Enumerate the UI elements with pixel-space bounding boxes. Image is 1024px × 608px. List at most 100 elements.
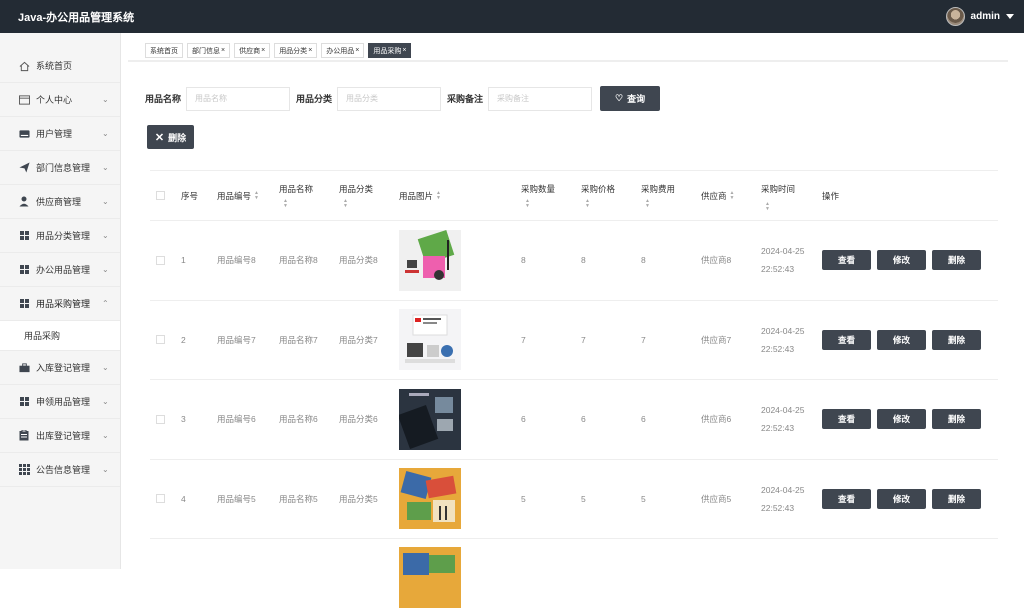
sidebar: 系统首页 个人中心 ⌄ 用户管理 ⌄ 部门信息管理 ⌄ 供应商管理 ⌄ 用品分类… [0, 33, 121, 569]
table-row: 3 用品编号6 用品名称6 用品分类6 6 6 6 供应商6 2024-04-2… [150, 380, 998, 460]
sidebar-item-requisition[interactable]: 申领用品管理 ⌄ [0, 385, 120, 419]
close-icon[interactable]: × [308, 47, 312, 54]
username[interactable]: admin [971, 11, 1000, 22]
edit-button[interactable]: 修改 [877, 409, 926, 430]
tab-office-supplies[interactable]: 办公用品 × [321, 43, 365, 58]
select-all-checkbox[interactable] [156, 191, 165, 200]
sidebar-item-home[interactable]: 系统首页 [0, 33, 120, 83]
header-code[interactable]: 用品编号 ▲ ▼ [217, 190, 279, 202]
sidebar-item-label: 用户管理 [36, 129, 73, 139]
apps-icon [18, 464, 30, 476]
sort-icon[interactable]: ▲ ▼ [585, 198, 641, 209]
sidebar-item-label: 个人中心 [36, 95, 73, 105]
tab-departments[interactable]: 部门信息 × [187, 43, 231, 58]
user-menu[interactable]: admin [945, 7, 1014, 26]
avatar[interactable] [945, 7, 965, 26]
row-checkbox[interactable] [156, 335, 165, 345]
tab-categories[interactable]: 用品分类 × [274, 43, 318, 58]
sort-icon[interactable]: ▲ ▼ [645, 198, 701, 209]
product-thumbnail[interactable] [399, 468, 461, 530]
sidebar-item-stock-in[interactable]: 入库登记管理 ⌄ [0, 351, 120, 385]
sidebar-item-label: 部门信息管理 [36, 163, 91, 173]
close-icon[interactable]: × [402, 47, 406, 54]
row-checkbox[interactable] [156, 255, 165, 265]
view-button[interactable]: 查看 [822, 329, 871, 350]
tab-purchase[interactable]: 用品采购 × [368, 43, 412, 58]
view-button[interactable]: 查看 [822, 488, 871, 509]
product-thumbnail[interactable] [399, 547, 461, 608]
sidebar-item-notices[interactable]: 公告信息管理 ⌄ [0, 453, 120, 487]
sidebar-item-stock-out[interactable]: 出库登记管理 ⌄ [0, 419, 120, 453]
header-supplier[interactable]: 供应商 ▲ ▼ [701, 190, 761, 202]
sidebar-item-label: 用品分类管理 [36, 231, 91, 241]
query-button[interactable]: ♡ 查询 [600, 86, 661, 111]
chevron-down-icon: ⌄ [102, 129, 109, 138]
category-input[interactable] [337, 86, 442, 111]
sort-icon[interactable]: ▲ ▼ [730, 191, 735, 201]
category-label: 用品分类 [296, 94, 333, 104]
grid-icon [18, 264, 30, 276]
cell-time: 2024-04-25 22:52:43 [761, 405, 805, 434]
sidebar-item-suppliers[interactable]: 供应商管理 ⌄ [0, 185, 120, 219]
purchase-table: 序号 用品编号 ▲ ▼ 用品名称 ▲ ▼ 用品分类 ▲ ▼ 用品图片 ▲ ▼ 采购数量 ▲ ▼ 采购… [150, 170, 998, 608]
name-input[interactable] [186, 86, 291, 111]
header-category[interactable]: 用品分类 ▲ ▼ [339, 183, 399, 209]
batch-delete-button[interactable]: ✕ 删除 [147, 125, 194, 149]
sidebar-item-label: 供应商管理 [36, 197, 82, 207]
edit-button[interactable]: 修改 [877, 250, 926, 271]
header-price[interactable]: 采购价格 ▲ ▼ [581, 183, 641, 209]
cell-time: 2024-04-25 22:52:43 [761, 325, 805, 354]
cell-fee: 5 [641, 493, 646, 504]
row-checkbox[interactable] [156, 494, 165, 504]
tab-divider [128, 60, 1008, 62]
cell-time: 2024-04-25 22:52:43 [761, 246, 805, 275]
edit-button[interactable]: 修改 [877, 488, 926, 509]
header-time[interactable]: 采购时间 ▲ ▼ [761, 180, 822, 212]
view-button[interactable]: 查看 [822, 250, 871, 271]
id-card-icon [18, 94, 30, 106]
remark-input[interactable] [488, 86, 593, 111]
tab-suppliers[interactable]: 供应商 × [234, 43, 271, 58]
tab-home[interactable]: 系统首页 [145, 43, 183, 58]
delete-button[interactable]: 删除 [932, 329, 981, 350]
delete-button[interactable]: 删除 [932, 250, 981, 271]
sidebar-item-users[interactable]: 用户管理 ⌄ [0, 117, 120, 151]
sort-icon[interactable]: ▲ ▼ [765, 201, 822, 212]
caret-down-icon[interactable] [1006, 14, 1014, 19]
delete-button[interactable]: 删除 [932, 488, 981, 509]
header-image[interactable]: 用品图片 ▲ ▼ [399, 190, 521, 202]
sidebar-item-categories[interactable]: 用品分类管理 ⌄ [0, 219, 120, 253]
sort-icon[interactable]: ▲ ▼ [254, 191, 259, 201]
header-ops: 操作 [822, 190, 840, 201]
sidebar-item-departments[interactable]: 部门信息管理 ⌄ [0, 151, 120, 185]
close-icon[interactable]: × [355, 47, 359, 54]
sort-icon[interactable]: ▲ ▼ [436, 191, 441, 201]
close-icon[interactable]: × [221, 47, 225, 54]
briefcase-icon [18, 362, 30, 374]
delete-button[interactable]: 删除 [932, 409, 981, 430]
header-name[interactable]: 用品名称 ▲ ▼ [279, 183, 339, 209]
sort-icon[interactable]: ▲ ▼ [525, 198, 581, 209]
cell-category: 用品分类6 [339, 414, 378, 425]
header-fee[interactable]: 采购费用 ▲ ▼ [641, 183, 701, 209]
row-checkbox[interactable] [156, 414, 165, 424]
header-qty[interactable]: 采购数量 ▲ ▼ [521, 183, 581, 209]
edit-button[interactable]: 修改 [877, 329, 926, 350]
cell-fee: 6 [641, 414, 646, 425]
sidebar-item-profile[interactable]: 个人中心 ⌄ [0, 83, 120, 117]
cell-name: 用品名称5 [279, 493, 318, 504]
close-icon[interactable]: × [261, 47, 265, 54]
sort-icon[interactable]: ▲ ▼ [283, 198, 339, 209]
grid-icon [18, 230, 30, 242]
cell-category: 用品分类8 [339, 255, 378, 266]
view-button[interactable]: 查看 [822, 409, 871, 430]
sidebar-subitem-purchase[interactable]: 用品采购 [0, 321, 120, 351]
sidebar-item-purchase[interactable]: 用品采购管理 ⌃ [0, 287, 120, 321]
cell-name: 用品名称6 [279, 414, 318, 425]
chevron-down-icon: ⌄ [102, 431, 109, 440]
product-thumbnail[interactable] [399, 229, 461, 291]
product-thumbnail[interactable] [399, 388, 461, 450]
product-thumbnail[interactable] [399, 309, 461, 371]
sort-icon[interactable]: ▲ ▼ [343, 198, 399, 209]
sidebar-item-office-supplies[interactable]: 办公用品管理 ⌄ [0, 253, 120, 287]
